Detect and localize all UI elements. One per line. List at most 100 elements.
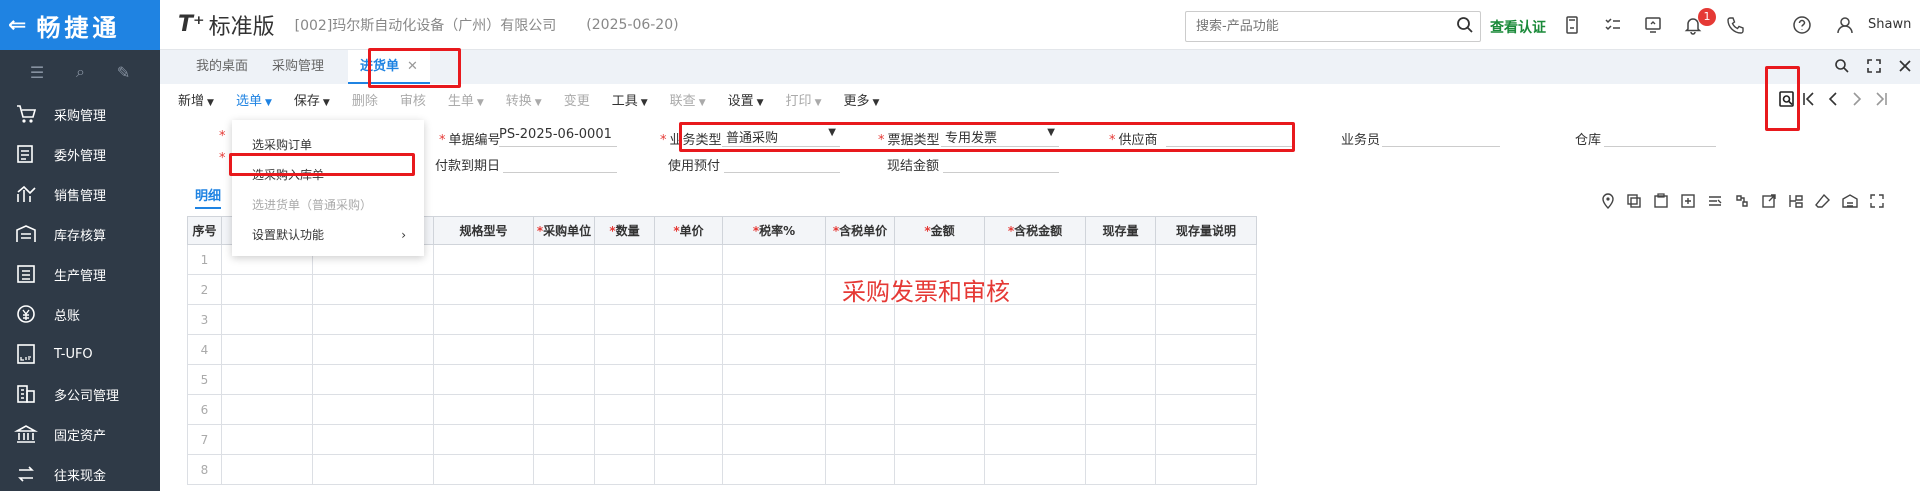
cash-field[interactable] <box>943 153 1059 173</box>
grid-cell[interactable] <box>894 454 985 485</box>
col-stock[interactable]: 现存量 <box>1085 216 1156 245</box>
last-record-icon[interactable] <box>1874 90 1888 108</box>
table-row[interactable]: 7 <box>187 424 1257 455</box>
grid-cell[interactable] <box>1085 394 1156 425</box>
grid-cell[interactable] <box>1155 424 1257 455</box>
grid-cell[interactable] <box>312 364 434 395</box>
grid-cell[interactable] <box>654 424 723 455</box>
grid-cell[interactable] <box>1085 244 1156 275</box>
sidebar-item-multi-company[interactable]: 多公司管理 <box>0 374 160 414</box>
warehouse-field[interactable] <box>1604 127 1716 147</box>
more-button[interactable]: 更多 ▼ <box>843 90 879 109</box>
audit-button[interactable]: 审核 <box>400 90 426 109</box>
grid-cell[interactable] <box>654 334 723 365</box>
grid-cell[interactable] <box>312 304 434 335</box>
grid-cell[interactable] <box>433 394 534 425</box>
insert-row-icon[interactable] <box>1653 193 1669 209</box>
grid-cell[interactable] <box>533 454 595 485</box>
grid-cell[interactable] <box>654 454 723 485</box>
prev-record-icon[interactable] <box>1826 90 1840 108</box>
tab-detail[interactable]: 明细 <box>195 185 222 209</box>
grid-cell[interactable] <box>433 424 534 455</box>
col-tax-amount[interactable]: *含税金额 <box>984 216 1086 245</box>
grid-cell[interactable] <box>1155 364 1257 395</box>
link-icon[interactable] <box>1734 193 1750 209</box>
grid-cell[interactable] <box>1085 454 1156 485</box>
grid-cell[interactable] <box>433 304 534 335</box>
grid-cell[interactable] <box>984 334 1086 365</box>
menu-icon[interactable]: ☰ <box>30 63 44 82</box>
grid-cell[interactable] <box>894 364 985 395</box>
col-unit[interactable]: *采购单位 <box>533 216 595 245</box>
first-record-icon[interactable] <box>1802 90 1816 108</box>
help-icon[interactable] <box>1792 15 1812 35</box>
sidebar-item-sales[interactable]: 销售管理 <box>0 174 160 214</box>
col-amount[interactable]: *金额 <box>894 216 985 245</box>
grid-cell[interactable] <box>722 334 826 365</box>
save-button[interactable]: 保存 ▼ <box>294 90 330 109</box>
user-name[interactable]: Shawn <box>1868 17 1911 32</box>
grid-cell[interactable] <box>1085 364 1156 395</box>
grid-cell[interactable] <box>594 334 655 365</box>
copy-row-icon[interactable] <box>1626 193 1642 209</box>
search-doc-icon[interactable]: ⌕ <box>76 62 85 82</box>
batch-edit-icon[interactable] <box>1680 193 1696 209</box>
grid-cell[interactable] <box>654 364 723 395</box>
grid-cell[interactable] <box>1155 244 1257 275</box>
doc-no-field[interactable]: PS-2025-06-0001 <box>499 127 617 147</box>
grid-cell[interactable] <box>312 454 434 485</box>
salesman-field[interactable] <box>1382 127 1500 147</box>
grid-cell[interactable] <box>1155 304 1257 335</box>
grid-cell[interactable] <box>312 394 434 425</box>
grid-cell[interactable] <box>825 394 895 425</box>
grid-cell[interactable] <box>825 424 895 455</box>
next-record-icon[interactable] <box>1850 90 1864 108</box>
grid-cell[interactable] <box>594 304 655 335</box>
grid-cell[interactable] <box>722 394 826 425</box>
back-arrow-icon[interactable]: ⇐ <box>8 13 30 38</box>
fullscreen-icon[interactable] <box>1866 58 1882 74</box>
sidebar-item-outsource[interactable]: 委外管理 <box>0 134 160 174</box>
grid-cell[interactable] <box>825 334 895 365</box>
grid-cell[interactable] <box>221 274 313 305</box>
grid-cell[interactable] <box>594 424 655 455</box>
grid-cell[interactable] <box>533 244 595 275</box>
grid-cell[interactable] <box>533 364 595 395</box>
col-stock-note[interactable]: 现存量说明 <box>1155 216 1257 245</box>
print-button[interactable]: 打印 ▼ <box>786 90 822 109</box>
grid-cell[interactable] <box>594 394 655 425</box>
grid-cell[interactable] <box>1155 334 1257 365</box>
grid-cell[interactable] <box>312 274 434 305</box>
expand-icon[interactable] <box>1869 193 1885 209</box>
grid-cell[interactable] <box>221 424 313 455</box>
grid-cell[interactable] <box>1155 274 1257 305</box>
grid-cell[interactable] <box>984 304 1086 335</box>
grid-cell[interactable] <box>1155 454 1257 485</box>
split-icon[interactable] <box>1788 193 1804 209</box>
convert-button[interactable]: 转换 ▼ <box>506 90 542 109</box>
grid-cell[interactable] <box>825 454 895 485</box>
grid-cell[interactable] <box>654 304 723 335</box>
grid-cell[interactable] <box>221 304 313 335</box>
grid-cell[interactable] <box>533 394 595 425</box>
grid-cell[interactable] <box>654 394 723 425</box>
grid-cell[interactable] <box>654 244 723 275</box>
location-icon[interactable] <box>1600 193 1616 209</box>
grid-cell[interactable] <box>221 394 313 425</box>
grid-cell[interactable] <box>825 304 895 335</box>
generate-doc-button[interactable]: 生单 ▼ <box>448 90 484 109</box>
table-row[interactable]: 2 <box>187 274 1257 305</box>
export-icon[interactable] <box>1761 193 1777 209</box>
sidebar-item-ufo[interactable]: T-UFO <box>0 334 160 374</box>
table-row[interactable]: 4 <box>187 334 1257 365</box>
grid-cell[interactable] <box>221 334 313 365</box>
tab-desktop[interactable]: 我的桌面 <box>184 50 260 84</box>
grid-cell[interactable] <box>984 364 1086 395</box>
list-edit-icon[interactable] <box>1707 193 1723 209</box>
add-button[interactable]: 新增 ▼ <box>178 90 214 109</box>
grid-cell[interactable] <box>722 454 826 485</box>
grid-cell[interactable] <box>533 304 595 335</box>
grid-cell[interactable] <box>722 304 826 335</box>
search-input[interactable] <box>1185 11 1481 42</box>
logo[interactable]: ⇐ 畅捷通 <box>0 0 160 50</box>
